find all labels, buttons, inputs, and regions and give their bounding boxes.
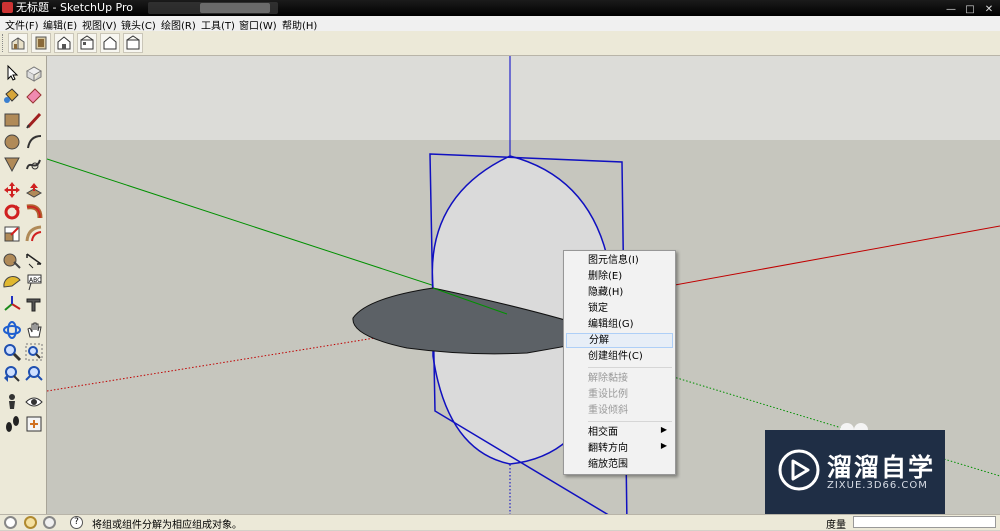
- menu-help[interactable]: 帮助(H): [280, 17, 319, 32]
- 3d-text-icon[interactable]: [24, 294, 44, 314]
- text-icon[interactable]: ABC: [24, 272, 44, 292]
- sketchup-app-icon: [2, 2, 13, 13]
- dimension-icon[interactable]: [24, 250, 44, 270]
- zoom-extents-icon[interactable]: [24, 364, 44, 384]
- views-toolbar: [0, 31, 1000, 56]
- context-menu: 图元信息(I) 删除(E) 隐藏(H) 锁定 编辑组(G) 分解 创建组件(C)…: [563, 250, 676, 475]
- credits-icon[interactable]: [24, 516, 37, 529]
- make-component-icon[interactable]: [24, 63, 44, 83]
- move-icon[interactable]: [2, 180, 22, 200]
- watermark-logo-icon: [778, 449, 820, 491]
- menu-item-zoom-extents[interactable]: 缩放范围: [566, 457, 673, 472]
- rectangle-icon[interactable]: [2, 110, 22, 130]
- tape-measure-icon[interactable]: [2, 250, 22, 270]
- push-pull-icon[interactable]: [24, 180, 44, 200]
- line-icon[interactable]: [24, 110, 44, 130]
- taskbar-tab-2[interactable]: [200, 3, 270, 13]
- watermark-url: ZIXUE.3D66.COM: [827, 480, 928, 491]
- section-plane-icon[interactable]: [24, 414, 44, 434]
- walk-icon[interactable]: [2, 414, 22, 434]
- look-around-icon[interactable]: [24, 392, 44, 412]
- zoom-window-icon[interactable]: [24, 342, 44, 362]
- freehand-icon[interactable]: [24, 154, 44, 174]
- polygon-icon[interactable]: [2, 154, 22, 174]
- help-icon[interactable]: ?: [70, 516, 83, 529]
- menu-item-unglue[interactable]: 解除黏接: [566, 371, 673, 386]
- minimize-icon[interactable]: —: [942, 3, 960, 16]
- menu-edit[interactable]: 编辑(E): [41, 17, 79, 32]
- menu-item-entity-info[interactable]: 图元信息(I): [566, 253, 673, 268]
- menu-item-lock[interactable]: 锁定: [566, 301, 673, 316]
- menu-separator-2: [588, 421, 672, 422]
- menu-tools[interactable]: 工具(T): [199, 17, 237, 32]
- follow-me-icon[interactable]: [24, 202, 44, 222]
- measurements-input[interactable]: [853, 516, 996, 528]
- pan-icon[interactable]: [24, 320, 44, 340]
- top-view-icon[interactable]: [31, 33, 51, 53]
- large-tool-set: ABC: [0, 56, 47, 514]
- protractor-icon[interactable]: [2, 272, 22, 292]
- back-view-icon[interactable]: [100, 33, 120, 53]
- menu-item-intersect-faces[interactable]: 相交面 ▶: [566, 425, 673, 440]
- circle-icon[interactable]: [2, 132, 22, 152]
- menu-item-flip-along[interactable]: 翻转方向 ▶: [566, 441, 673, 456]
- menu-item-hide[interactable]: 隐藏(H): [566, 285, 673, 300]
- submenu-arrow-icon: ▶: [660, 441, 667, 450]
- user-icon[interactable]: [43, 516, 56, 529]
- menu-item-reset-scale[interactable]: 重设比例: [566, 387, 673, 402]
- paint-bucket-icon[interactable]: [2, 85, 22, 105]
- menu-file[interactable]: 文件(F): [3, 17, 41, 32]
- toolbar-grip[interactable]: [2, 34, 6, 52]
- scale-icon[interactable]: [2, 224, 22, 244]
- left-view-icon[interactable]: [123, 33, 143, 53]
- close-icon[interactable]: ✕: [980, 3, 998, 16]
- watermark-overlay: 溜溜自学 ZIXUE.3D66.COM: [765, 430, 945, 516]
- menu-item-label: 相交面: [588, 427, 618, 438]
- menu-separator: [588, 367, 672, 368]
- window-controls: — □ ✕: [941, 1, 998, 15]
- window-title: 无标题 - SketchUp Pro: [16, 1, 134, 14]
- submenu-arrow-icon: ▶: [660, 425, 667, 434]
- sky: [47, 56, 1000, 140]
- arc-icon[interactable]: [24, 132, 44, 152]
- menu-draw[interactable]: 绘图(R): [159, 17, 198, 32]
- status-bar: ? 将组或组件分解为相应组成对象。 度量: [0, 514, 1000, 531]
- offset-icon[interactable]: [24, 224, 44, 244]
- menu-item-make-component[interactable]: 创建组件(C): [566, 349, 673, 364]
- menu-item-label: 翻转方向: [588, 443, 628, 454]
- orbit-icon[interactable]: [2, 320, 22, 340]
- select-icon[interactable]: [2, 63, 22, 83]
- menu-bar: 文件(F) 编辑(E) 视图(V) 镜头(C) 绘图(R) 工具(T) 窗口(W…: [0, 16, 1000, 32]
- rotate-icon[interactable]: [2, 202, 22, 222]
- zoom-previous-icon[interactable]: [2, 364, 22, 384]
- menu-item-edit-group[interactable]: 编辑组(G): [566, 317, 673, 332]
- menu-item-reset-skew[interactable]: 重设倾斜: [566, 403, 673, 418]
- right-view-icon[interactable]: [77, 33, 97, 53]
- geolocation-icon[interactable]: [4, 516, 17, 529]
- position-camera-icon[interactable]: [2, 392, 22, 412]
- front-view-icon[interactable]: [54, 33, 74, 53]
- title-bar: 无标题 - SketchUp Pro — □ ✕: [0, 0, 1000, 16]
- watermark-brand: 溜溜自学: [827, 453, 936, 482]
- iso-view-icon[interactable]: [8, 33, 28, 53]
- eraser-icon[interactable]: [24, 85, 44, 105]
- menu-item-erase[interactable]: 删除(E): [566, 269, 673, 284]
- svg-text:ABC: ABC: [29, 277, 41, 284]
- menu-camera[interactable]: 镜头(C): [119, 17, 158, 32]
- menu-window[interactable]: 窗口(W): [237, 17, 279, 32]
- menu-item-explode[interactable]: 分解: [566, 333, 673, 348]
- menu-view[interactable]: 视图(V): [80, 17, 119, 32]
- maximize-icon[interactable]: □: [961, 3, 979, 16]
- axes-icon[interactable]: [2, 294, 22, 314]
- zoom-icon[interactable]: [2, 342, 22, 362]
